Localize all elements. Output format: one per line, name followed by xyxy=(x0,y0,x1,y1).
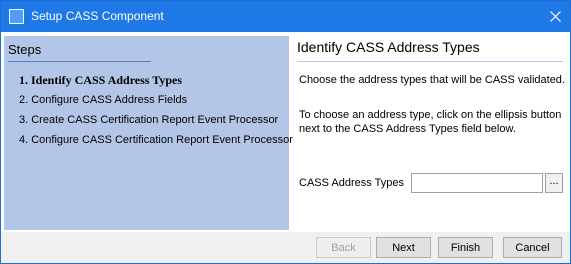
close-icon xyxy=(549,11,561,22)
instruction-text: To choose an address type, click on the … xyxy=(299,109,562,135)
title-bar[interactable]: Setup CASS Component xyxy=(1,1,570,32)
cancel-button[interactable]: Cancel xyxy=(503,237,562,258)
step-create-report-processor: 3. Create CASS Certification Report Even… xyxy=(19,114,279,126)
window-icon xyxy=(9,9,24,24)
cass-address-types-field[interactable] xyxy=(411,173,543,193)
steps-title: Steps xyxy=(8,42,42,57)
finish-button[interactable]: Finish xyxy=(438,237,493,258)
close-button[interactable] xyxy=(540,1,570,32)
steps-divider xyxy=(8,61,151,62)
setup-dialog: Setup CASS Component Steps 1. Identify C… xyxy=(0,0,571,264)
steps-panel: Steps 1. Identify CASS Address Types 2. … xyxy=(4,36,293,230)
step-configure-report-processor: 4. Configure CASS Certification Report E… xyxy=(19,134,293,146)
step-content: Identify CASS Address Types Choose the a… xyxy=(297,36,567,230)
next-button[interactable]: Next xyxy=(376,237,431,258)
title-divider xyxy=(297,61,563,62)
ellipsis-button[interactable]: ... xyxy=(545,173,563,193)
step-identify-address-types: 1. Identify CASS Address Types xyxy=(19,73,183,87)
dialog-body: Steps 1. Identify CASS Address Types 2. … xyxy=(1,32,570,232)
window-title: Setup CASS Component xyxy=(31,9,164,23)
back-button[interactable]: Back xyxy=(316,237,371,258)
page-title: Identify CASS Address Types xyxy=(297,39,480,55)
steps-list: 1. Identify CASS Address Types 2. Config… xyxy=(19,73,293,153)
step-configure-address-fields: 2. Configure CASS Address Fields xyxy=(19,94,188,106)
cass-address-types-label: CASS Address Types xyxy=(299,177,404,189)
description-text: Choose the address types that will be CA… xyxy=(299,74,565,86)
button-bar: Back Next Finish Cancel xyxy=(1,232,570,263)
